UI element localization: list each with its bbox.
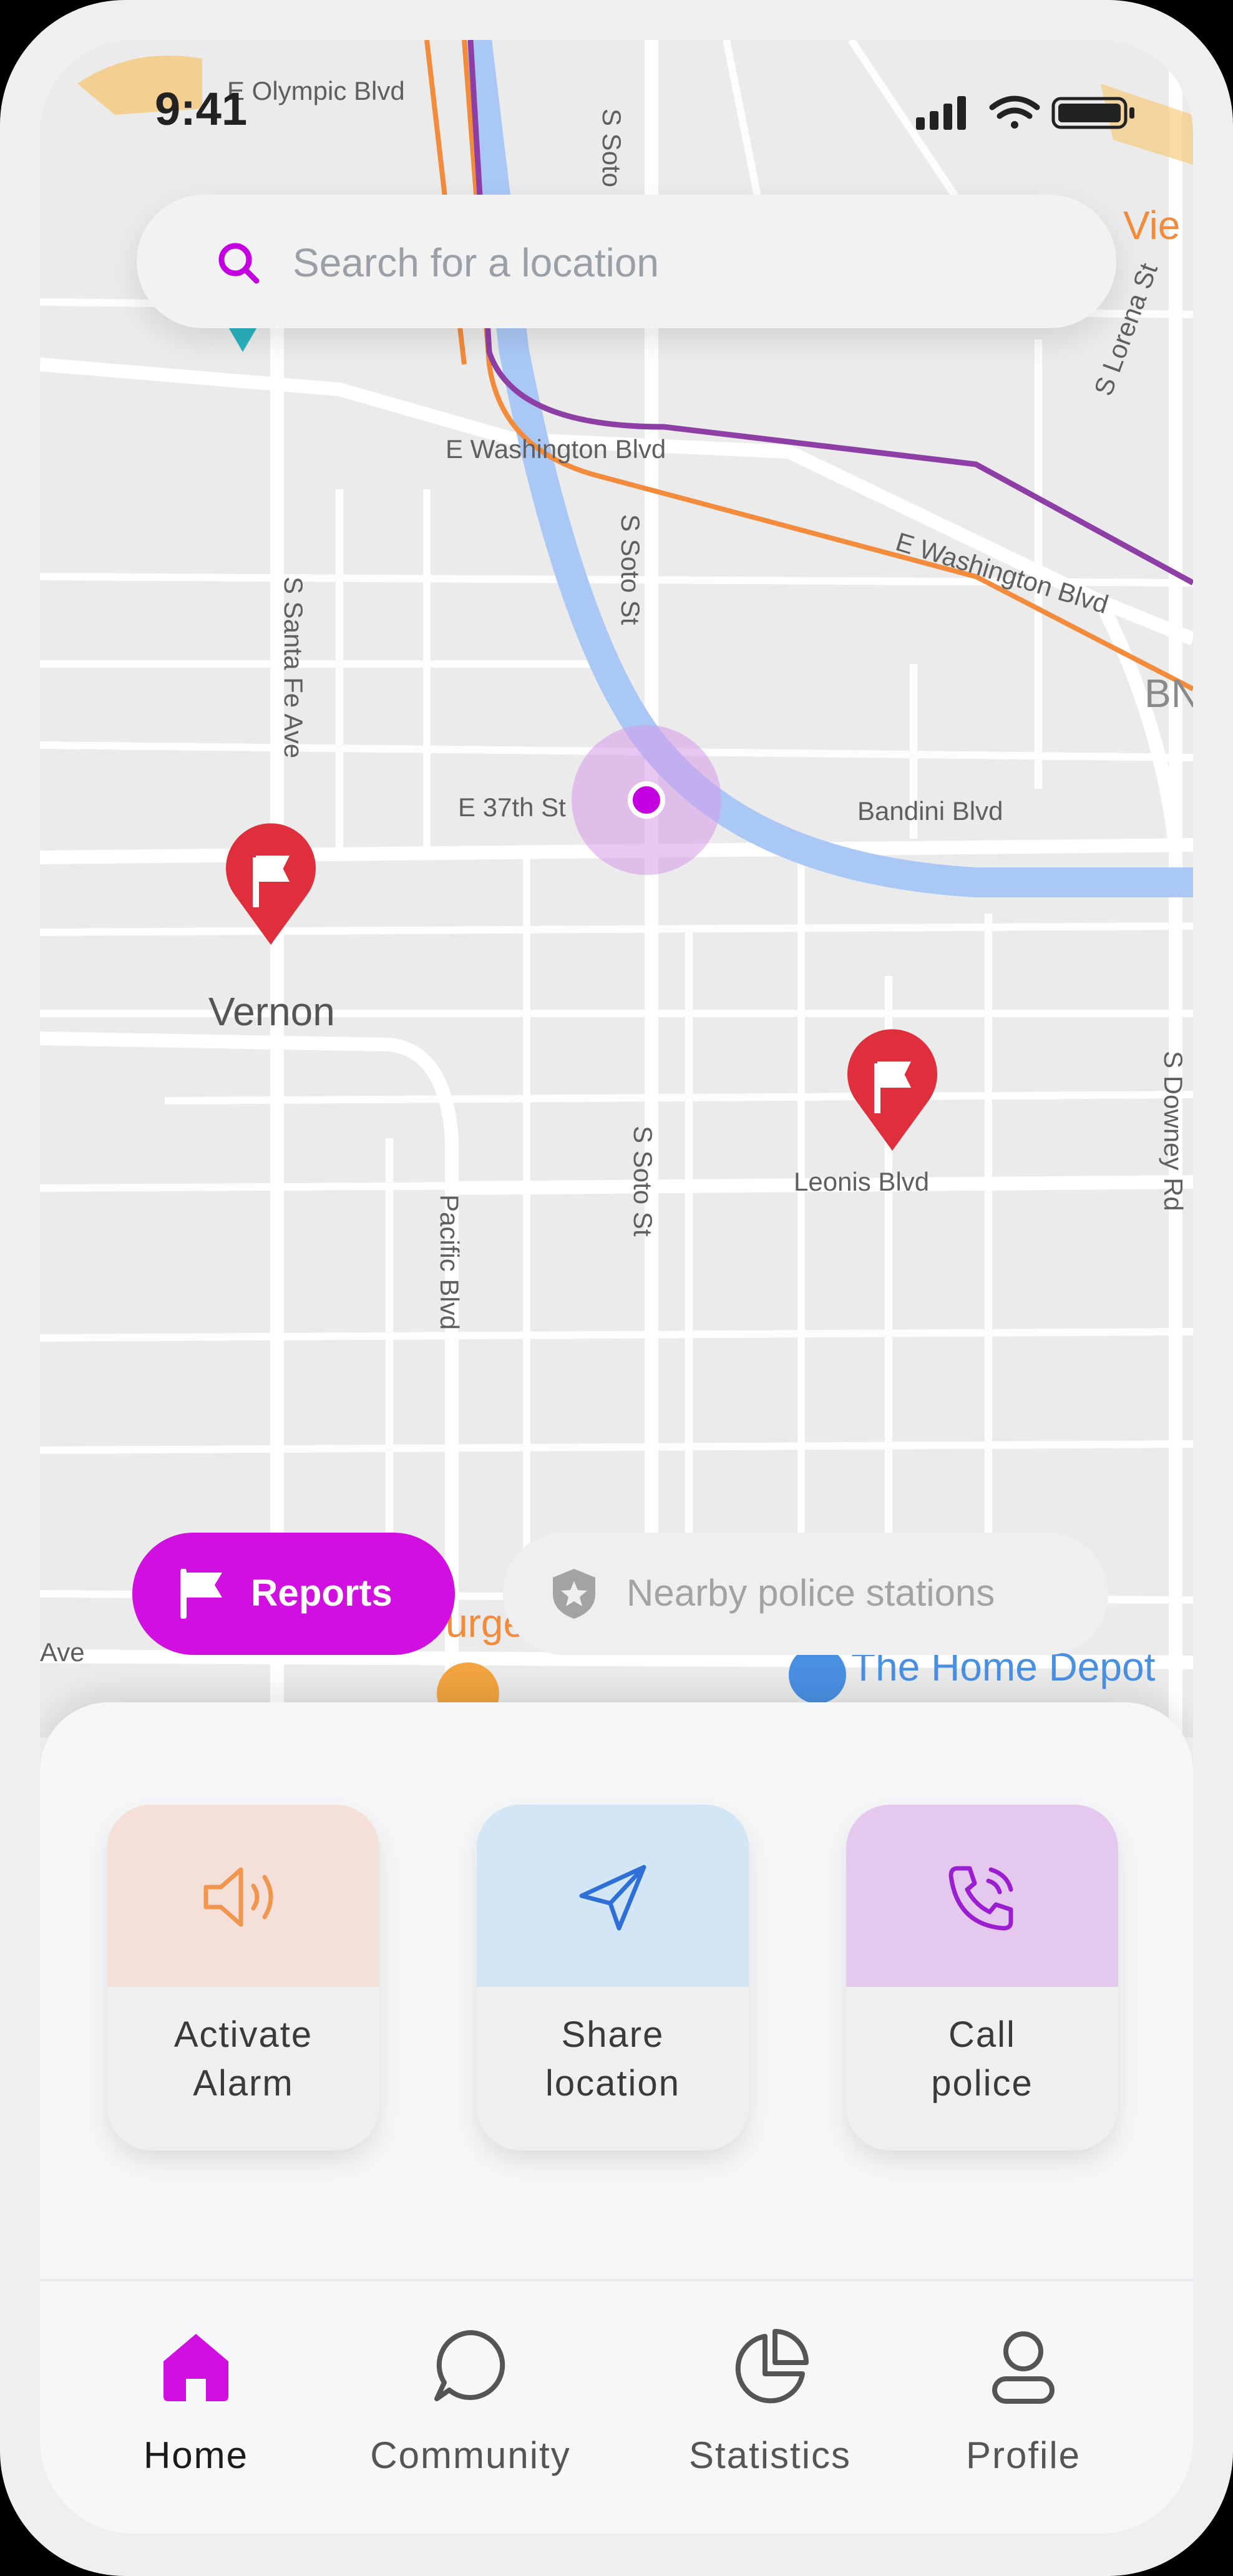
nav-label: Home bbox=[143, 2434, 249, 2476]
nav-home[interactable]: Home bbox=[84, 2326, 308, 2507]
card-label: Call police bbox=[931, 2014, 1033, 2104]
card-label: Activate Alarm bbox=[173, 2014, 313, 2104]
nav-community[interactable]: Community bbox=[358, 2326, 583, 2507]
user-icon bbox=[992, 2331, 1055, 2404]
activate-alarm-card[interactable]: Activate Alarm bbox=[107, 1805, 379, 2150]
street-label: Ave bbox=[40, 1637, 85, 1667]
signal-icon bbox=[916, 96, 966, 130]
action-sheet: Activate Alarm Share location Call police bbox=[40, 1702, 1193, 2534]
nav-label: Profile bbox=[965, 2434, 1081, 2476]
app-screen: E Olympic Blvd S Soto St S Lorena St E W… bbox=[40, 40, 1193, 2534]
wifi-icon bbox=[989, 95, 1040, 129]
phone-icon bbox=[948, 1866, 1013, 1931]
home-icon bbox=[163, 2334, 228, 2401]
divider bbox=[40, 2279, 1193, 2281]
street-label: S Soto St bbox=[628, 1126, 658, 1237]
street-label: Bandini Blvd bbox=[857, 796, 1003, 826]
card-label: Share location bbox=[545, 2014, 680, 2104]
phone-frame: E Olympic Blvd S Soto St S Lorena St E W… bbox=[0, 0, 1233, 2576]
reports-label: Reports bbox=[251, 1572, 392, 1614]
nav-profile[interactable]: Profile bbox=[911, 2326, 1136, 2507]
street-label: S Soto St bbox=[616, 514, 645, 625]
street-label: S Santa Fe Ave bbox=[279, 577, 308, 759]
poi-label: Vie bbox=[1123, 203, 1181, 248]
speaker-icon bbox=[203, 1867, 273, 1927]
street-label: Pacific Blvd bbox=[435, 1194, 464, 1330]
street-label: E Olympic Blvd bbox=[227, 76, 405, 105]
street-label: S Downey Rd bbox=[1159, 1051, 1188, 1211]
area-label: Vernon bbox=[208, 989, 335, 1034]
police-stations-filter-button[interactable]: Nearby police stations bbox=[503, 1533, 1108, 1655]
flag-icon bbox=[180, 1569, 222, 1619]
search-placeholder: Search for a location bbox=[293, 240, 659, 285]
nav-label: Statistics bbox=[688, 2434, 852, 2476]
chat-icon bbox=[434, 2330, 505, 2401]
battery-icon bbox=[1051, 97, 1134, 129]
share-location-card[interactable]: Share location bbox=[477, 1805, 749, 2150]
poi-label: BN bbox=[1144, 671, 1193, 716]
pie-chart-icon bbox=[735, 2329, 809, 2404]
street-label: Leonis Blvd bbox=[794, 1167, 930, 1196]
street-label: E Washington Blvd bbox=[446, 434, 666, 464]
nav-label: Community bbox=[370, 2434, 571, 2476]
call-police-card[interactable]: Call police bbox=[846, 1805, 1118, 2150]
send-icon bbox=[579, 1865, 646, 1931]
search-icon bbox=[218, 243, 260, 284]
status-time: 9:41 bbox=[155, 83, 248, 135]
police-badge-icon bbox=[553, 1569, 595, 1619]
report-pin-leonis[interactable] bbox=[847, 1029, 937, 1151]
police-stations-label: Nearby police stations bbox=[626, 1572, 995, 1614]
search-bar[interactable]: Search for a location bbox=[137, 195, 1116, 328]
status-icons bbox=[916, 95, 1134, 130]
nav-statistics[interactable]: Statistics bbox=[658, 2326, 882, 2507]
reports-filter-button[interactable]: Reports bbox=[132, 1533, 455, 1655]
street-label: E 37th St bbox=[458, 793, 566, 822]
